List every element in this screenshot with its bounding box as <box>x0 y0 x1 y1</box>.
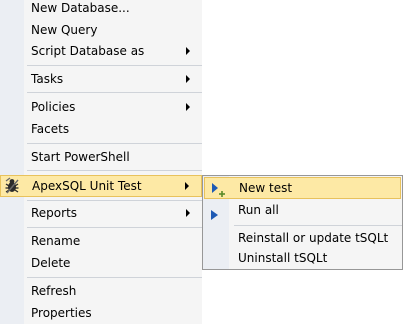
menu-item-tasks[interactable]: Tasks <box>0 68 202 90</box>
menu-separator <box>27 92 202 93</box>
menu-item-refresh[interactable]: Refresh <box>0 280 202 302</box>
submenu-arrow-icon <box>186 47 190 55</box>
submenu-item-uninstall-tsqlt[interactable]: Uninstall tSQLt <box>203 247 402 269</box>
menu-item-label: Rename <box>31 234 81 248</box>
menu-item-label: Policies <box>31 100 76 114</box>
menu-separator <box>27 200 202 201</box>
apexsql-submenu: New test Run all Reinstall or update tSQ… <box>202 175 403 270</box>
menu-separator <box>27 227 202 228</box>
apexsql-unit-test-icon <box>3 177 21 195</box>
context-menu: New Database... New Query Script Databas… <box>0 0 202 324</box>
submenu-item-run-all[interactable]: Run all <box>203 199 402 221</box>
submenu-arrow-icon <box>186 103 190 111</box>
run-all-icon <box>210 205 220 220</box>
menu-item-properties[interactable]: Properties <box>0 302 202 324</box>
menu-item-label: ApexSQL Unit Test <box>32 179 142 193</box>
submenu-item-label: New test <box>239 181 293 195</box>
menu-item-facets[interactable]: Facets <box>0 118 202 140</box>
menu-item-delete[interactable]: Delete <box>0 252 202 274</box>
menu-separator <box>27 65 202 66</box>
menu-separator <box>27 143 202 144</box>
menu-item-label: Script Database as <box>31 44 145 58</box>
submenu-item-reinstall-tsqlt[interactable]: Reinstall or update tSQLt <box>203 227 402 249</box>
menu-item-reports[interactable]: Reports <box>0 202 202 224</box>
menu-item-label: Tasks <box>31 72 64 86</box>
menu-item-label: Facets <box>31 122 70 136</box>
new-test-icon <box>210 181 226 197</box>
menu-item-rename[interactable]: Rename <box>0 230 202 252</box>
menu-item-new-database[interactable]: New Database... <box>0 0 202 19</box>
menu-item-apexsql-unit-test[interactable]: ApexSQL Unit Test <box>0 175 202 197</box>
menu-item-label: Delete <box>31 256 71 270</box>
menu-item-label: New Query <box>31 23 98 37</box>
menu-separator <box>27 170 202 171</box>
menu-item-policies[interactable]: Policies <box>0 96 202 118</box>
submenu-item-label: Run all <box>238 203 279 217</box>
menu-separator <box>27 277 202 278</box>
submenu-arrow-icon <box>186 209 190 217</box>
submenu-arrow-icon <box>186 75 190 83</box>
menu-item-start-powershell[interactable]: Start PowerShell <box>0 146 202 168</box>
menu-item-label: Start PowerShell <box>31 150 130 164</box>
menu-item-label: New Database... <box>31 1 130 15</box>
submenu-separator <box>234 225 402 226</box>
submenu-item-label: Uninstall tSQLt <box>238 251 328 265</box>
menu-item-script-database-as[interactable]: Script Database as <box>0 40 202 62</box>
submenu-item-label: Reinstall or update tSQLt <box>238 231 389 245</box>
menu-item-label: Properties <box>31 306 92 320</box>
menu-item-label: Reports <box>31 206 78 220</box>
menu-item-label: Refresh <box>31 284 77 298</box>
submenu-arrow-icon <box>185 182 189 190</box>
menu-item-new-query[interactable]: New Query <box>0 19 202 41</box>
submenu-item-new-test[interactable]: New test <box>204 177 401 199</box>
